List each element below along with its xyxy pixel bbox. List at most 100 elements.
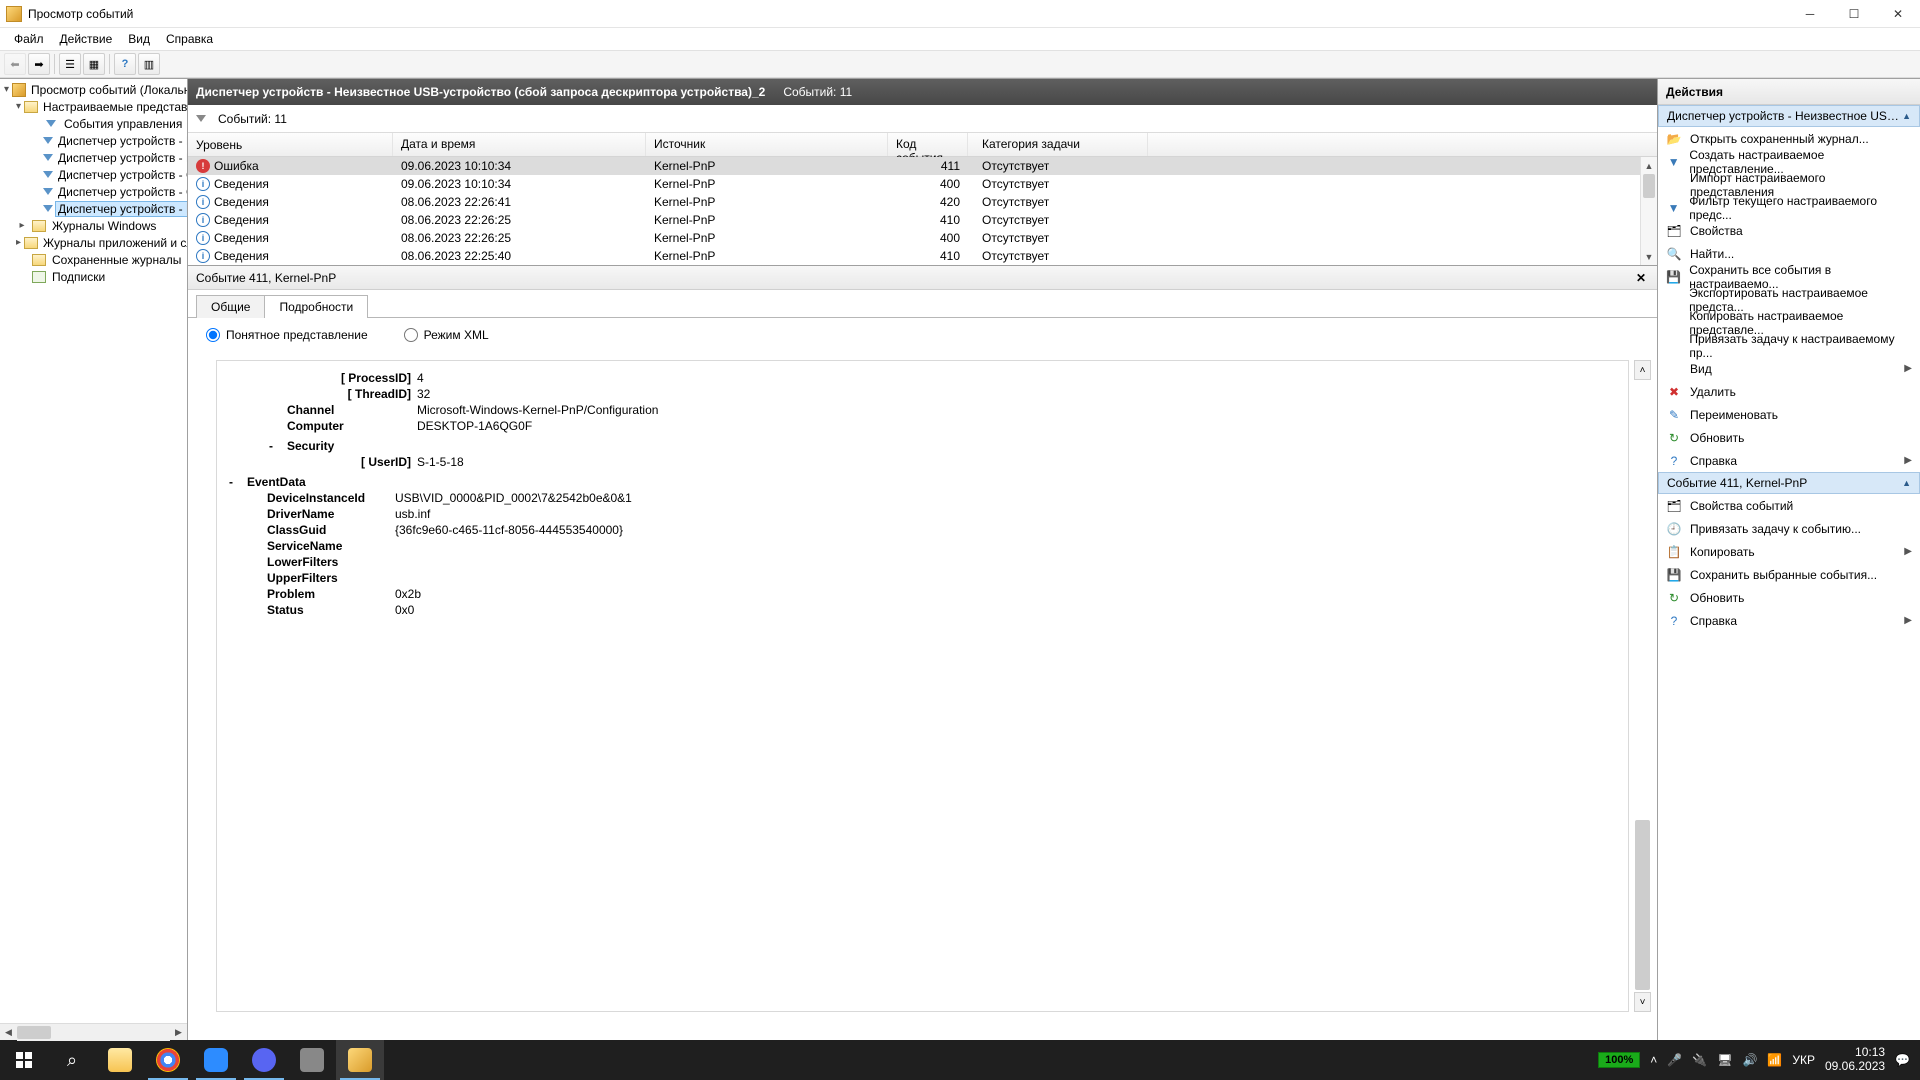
start-button[interactable] — [0, 1040, 48, 1080]
tab-general[interactable]: Общие — [196, 295, 265, 318]
scroll-up-icon[interactable]: ▲ — [1641, 157, 1657, 174]
col-source[interactable]: Источник — [646, 133, 888, 156]
close-button[interactable]: ✕ — [1876, 0, 1920, 28]
action-item[interactable]: 💾Сохранить выбранные события... — [1658, 563, 1920, 586]
radio-friendly-input[interactable] — [206, 328, 220, 342]
action-item[interactable]: 📋Копировать▶ — [1658, 540, 1920, 563]
tray-network-icon[interactable]: 📶 — [1767, 1053, 1782, 1067]
radio-xml-input[interactable] — [404, 328, 418, 342]
tray-monitor-icon[interactable]: 🖥 — [1717, 1053, 1732, 1067]
info-icon: i — [196, 231, 210, 245]
table-row[interactable]: iСведения08.06.2023 22:26:25Kernel-PnP40… — [188, 229, 1657, 247]
action-item[interactable]: 🗂Свойства — [1658, 219, 1920, 242]
tree-custom-views[interactable]: ▾ Настраиваемые представления — [0, 98, 187, 115]
col-code[interactable]: Код события — [888, 133, 968, 156]
chrome-button[interactable] — [144, 1040, 192, 1080]
discord-button[interactable] — [240, 1040, 288, 1080]
toolbar-btn-2[interactable]: ▦ — [83, 53, 105, 75]
forward-button[interactable]: ➡ — [28, 53, 50, 75]
table-row[interactable]: iСведения08.06.2023 22:26:25Kernel-PnP41… — [188, 211, 1657, 229]
scroll-right-icon[interactable]: ▶ — [170, 1024, 187, 1041]
tray-chevron-icon[interactable]: ˄ — [1650, 1053, 1657, 1067]
minimize-button[interactable]: ─ — [1788, 0, 1832, 28]
radio-xml[interactable]: Режим XML — [404, 328, 489, 342]
cell-level: Ошибка — [214, 159, 259, 173]
explorer-button[interactable] — [96, 1040, 144, 1080]
tree-saved-logs[interactable]: Сохраненные журналы — [0, 251, 187, 268]
chevron-up-icon[interactable]: ▲ — [1902, 111, 1911, 121]
menu-action[interactable]: Действие — [52, 30, 121, 48]
back-button[interactable]: ⬅ — [4, 53, 26, 75]
collapse-icon[interactable]: ▾ — [16, 101, 21, 112]
tree-custom-view-item[interactable]: События управления — [0, 115, 187, 132]
expand-icon[interactable]: ▸ — [16, 237, 21, 248]
toolbar-btn-1[interactable]: ☰ — [59, 53, 81, 75]
scroll-up-icon[interactable]: ˄ — [1634, 360, 1651, 380]
radio-friendly[interactable]: Понятное представление — [206, 328, 368, 342]
scroll-left-icon[interactable]: ◀ — [0, 1024, 17, 1041]
tray-language[interactable]: УКР — [1792, 1053, 1815, 1067]
col-level[interactable]: Уровень — [188, 133, 393, 156]
col-category[interactable]: Категория задачи — [968, 133, 1148, 156]
app-button-1[interactable] — [288, 1040, 336, 1080]
scroll-down-icon[interactable]: ▼ — [1641, 248, 1657, 265]
table-row[interactable]: !Ошибка09.06.2023 10:10:34Kernel-PnP411О… — [188, 157, 1657, 175]
table-row[interactable]: iСведения08.06.2023 22:26:41Kernel-PnP42… — [188, 193, 1657, 211]
detail-vscrollbar[interactable]: ˄ ˅ — [1634, 360, 1651, 1012]
eventviewer-taskbar-button[interactable] — [336, 1040, 384, 1080]
collapse-icon[interactable]: ▾ — [4, 84, 9, 95]
chevron-up-icon[interactable]: ▲ — [1902, 478, 1911, 488]
tree-subscriptions[interactable]: Подписки — [0, 268, 187, 285]
tray-notifications-icon[interactable]: 💬 — [1895, 1053, 1910, 1067]
tree-windows-logs[interactable]: ▸ Журналы Windows — [0, 217, 187, 234]
tree-custom-view-item[interactable]: Диспетчер устройств - Н — [0, 200, 187, 217]
tree-app-logs[interactable]: ▸ Журналы приложений и слу — [0, 234, 187, 251]
tree-custom-view-item[interactable]: Диспетчер устройств - Н — [0, 149, 187, 166]
cell-code: 400 — [888, 177, 968, 191]
scroll-down-icon[interactable]: ˅ — [1634, 992, 1651, 1012]
tray-clock[interactable]: 10:13 09.06.2023 — [1825, 1046, 1885, 1074]
tab-details[interactable]: Подробности — [264, 295, 368, 318]
maximize-button[interactable]: ☐ — [1832, 0, 1876, 28]
table-row[interactable]: iСведения08.06.2023 22:25:40Kernel-PnP41… — [188, 247, 1657, 265]
zoom-button[interactable] — [192, 1040, 240, 1080]
detail-close-button[interactable]: ✕ — [1633, 270, 1649, 286]
table-row[interactable]: iСведения09.06.2023 10:10:34Kernel-PnP40… — [188, 175, 1657, 193]
tree-hscrollbar[interactable]: ◀ ▶ — [0, 1023, 187, 1040]
scroll-thumb[interactable] — [1643, 174, 1655, 198]
tree[interactable]: ▾ Просмотр событий (Локальный) ▾ Настраи… — [0, 79, 187, 1023]
action-item[interactable]: 🕘Привязать задачу к событию... — [1658, 517, 1920, 540]
tree-custom-view-item[interactable]: Диспетчер устройств - С — [0, 166, 187, 183]
menu-file[interactable]: Файл — [6, 30, 52, 48]
detail-scroll-area[interactable]: [ ProcessID]4 [ ThreadID]32 ChannelMicro… — [216, 360, 1629, 1012]
action-item[interactable]: ↻Обновить — [1658, 426, 1920, 449]
action-item[interactable]: ↻Обновить — [1658, 586, 1920, 609]
action-item[interactable]: ?Справка▶ — [1658, 449, 1920, 472]
action-item[interactable]: Вид▶ — [1658, 357, 1920, 380]
grid-vscrollbar[interactable]: ▲ ▼ — [1640, 157, 1657, 265]
toolbar-btn-3[interactable]: ▥ — [138, 53, 160, 75]
tree-custom-view-item[interactable]: Диспетчер устройств - С — [0, 183, 187, 200]
action-item[interactable]: ✖Удалить — [1658, 380, 1920, 403]
tray-mic-icon[interactable]: 🎤 — [1667, 1053, 1682, 1067]
expand-icon[interactable]: ▸ — [16, 220, 28, 231]
action-item[interactable]: 🗂Свойства событий — [1658, 494, 1920, 517]
tray-power-icon[interactable]: 🔌 — [1692, 1053, 1707, 1067]
tray-volume-icon[interactable]: 🔊 — [1742, 1053, 1757, 1067]
scroll-thumb[interactable] — [1635, 820, 1650, 990]
battery-indicator[interactable]: 100% — [1598, 1052, 1640, 1068]
search-button[interactable]: ⌕ — [48, 1040, 96, 1080]
action-item[interactable]: ▼Фильтр текущего настраиваемого предс... — [1658, 196, 1920, 219]
tray-time: 10:13 — [1825, 1046, 1885, 1060]
help-button[interactable]: ? — [114, 53, 136, 75]
scroll-thumb[interactable] — [17, 1026, 51, 1039]
col-date[interactable]: Дата и время — [393, 133, 646, 156]
action-item[interactable]: ✎Переименовать — [1658, 403, 1920, 426]
action-item[interactable]: ?Справка▶ — [1658, 609, 1920, 632]
menu-help[interactable]: Справка — [158, 30, 221, 48]
menu-view[interactable]: Вид — [120, 30, 158, 48]
action-item[interactable]: Привязать задачу к настраиваемому пр... — [1658, 334, 1920, 357]
tree-root[interactable]: ▾ Просмотр событий (Локальный) — [0, 81, 187, 98]
action-icon: ↻ — [1666, 430, 1682, 446]
tree-custom-view-item[interactable]: Диспетчер устройств - Н — [0, 132, 187, 149]
